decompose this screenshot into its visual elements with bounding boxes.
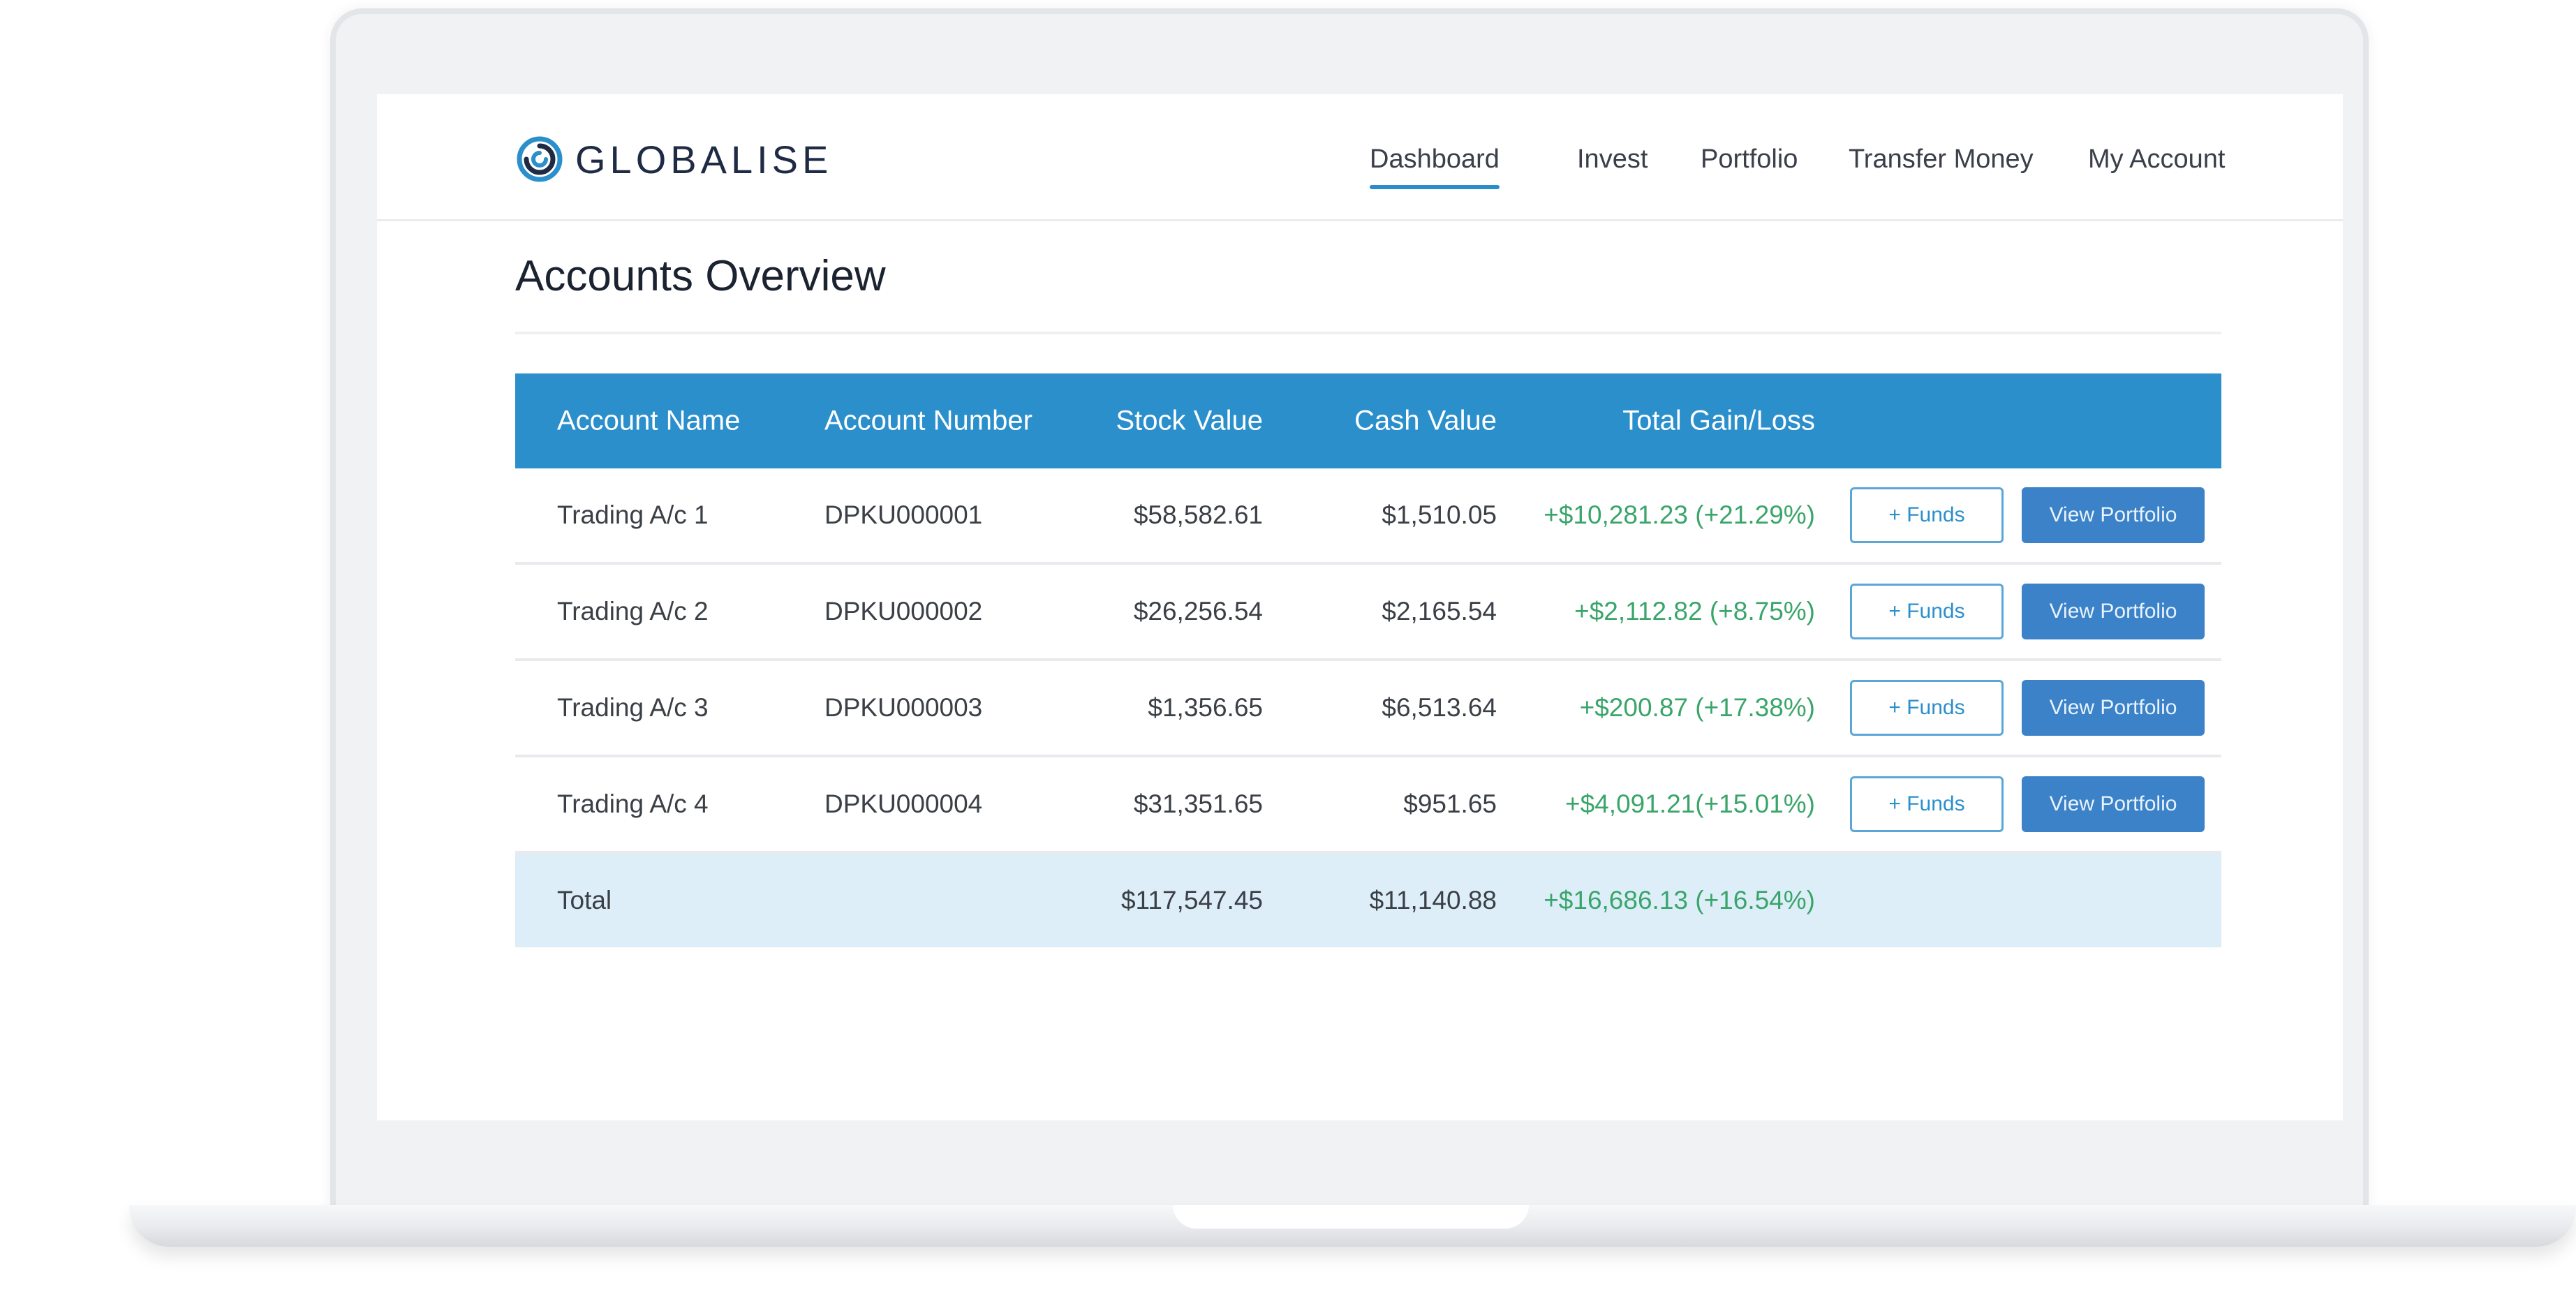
view-portfolio-button[interactable]: View Portfolio	[2022, 487, 2205, 543]
header-cash-value: Cash Value	[1354, 405, 1497, 436]
add-funds-button[interactable]: + Funds	[1850, 776, 2004, 832]
view-portfolio-button[interactable]: View Portfolio	[2022, 680, 2205, 736]
total-gain-loss: +$200.87 (+17.38%)	[1579, 693, 1815, 722]
add-funds-button[interactable]: + Funds	[1850, 584, 2004, 639]
nav-item-invest[interactable]: Invest	[1577, 145, 1648, 175]
title-divider	[515, 332, 2221, 334]
table-row: Trading A/c 1 DPKU000001 $58,582.61 $1,5…	[515, 468, 2221, 565]
table-row: Trading A/c 2 DPKU000002 $26,256.54 $2,1…	[515, 565, 2221, 661]
total-gain-loss: +$4,091.21(+15.01%)	[1565, 790, 1815, 818]
cash-value: $1,510.05	[1382, 501, 1497, 529]
total-gain-loss: +$10,281.23 (+21.29%)	[1544, 501, 1815, 529]
header-total-gain-loss: Total Gain/Loss	[1622, 405, 1815, 436]
account-number: DPKU000002	[824, 597, 983, 625]
cash-value: $951.65	[1403, 790, 1497, 818]
total-stock-value: $117,547.45	[1120, 886, 1263, 914]
nav-item-my-account[interactable]: My Account	[2088, 145, 2225, 175]
accounts-table: Account Name Account Number Stock Value …	[515, 373, 2221, 947]
stock-value: $31,351.65	[1133, 790, 1263, 818]
stock-value: $1,356.65	[1148, 693, 1263, 722]
nav-item-portfolio[interactable]: Portfolio	[1701, 145, 1798, 175]
laptop-notch	[1173, 1205, 1529, 1229]
table-total-row: Total $117,547.45 $11,140.88 +$16,686.13…	[515, 854, 2221, 947]
account-number: DPKU000001	[824, 501, 983, 529]
add-funds-button[interactable]: + Funds	[1850, 487, 2004, 543]
view-portfolio-button[interactable]: View Portfolio	[2022, 584, 2205, 639]
nav-item-transfer-money[interactable]: Transfer Money	[1849, 145, 2034, 175]
page-title: Accounts Overview	[515, 252, 886, 300]
account-name: Trading A/c 4	[557, 790, 709, 818]
account-name: Trading A/c 3	[557, 693, 709, 722]
laptop-screen: GLOBALISE Dashboard Invest Portfolio Tra…	[377, 94, 2343, 1120]
stock-value: $26,256.54	[1133, 597, 1263, 625]
view-portfolio-button[interactable]: View Portfolio	[2022, 776, 2205, 832]
total-label: Total	[557, 886, 612, 914]
account-number: DPKU000004	[824, 790, 983, 818]
cash-value: $2,165.54	[1382, 597, 1497, 625]
total-gain-loss-sum: +$16,686.13 (+16.54%)	[1544, 886, 1815, 914]
main-nav: Dashboard Invest Portfolio Transfer Mone…	[377, 145, 2343, 200]
table-header: Account Name Account Number Stock Value …	[515, 373, 2221, 468]
nav-item-dashboard[interactable]: Dashboard	[1370, 145, 1500, 189]
account-number: DPKU000003	[824, 693, 983, 722]
table-row: Trading A/c 3 DPKU000003 $1,356.65 $6,51…	[515, 661, 2221, 757]
header-stock-value: Stock Value	[1116, 405, 1264, 436]
account-name: Trading A/c 2	[557, 597, 709, 625]
table-row: Trading A/c 4 DPKU000004 $31,351.65 $951…	[515, 757, 2221, 854]
total-gain-loss: +$2,112.82 (+8.75%)	[1574, 597, 1815, 625]
cash-value: $6,513.64	[1382, 693, 1497, 722]
stock-value: $58,582.61	[1133, 501, 1263, 529]
account-name: Trading A/c 1	[557, 501, 709, 529]
add-funds-button[interactable]: + Funds	[1850, 680, 2004, 736]
total-cash-value: $11,140.88	[1369, 886, 1497, 914]
header-account-number: Account Number	[824, 405, 1032, 436]
top-header: GLOBALISE Dashboard Invest Portfolio Tra…	[377, 94, 2343, 221]
header-account-name: Account Name	[557, 405, 741, 436]
